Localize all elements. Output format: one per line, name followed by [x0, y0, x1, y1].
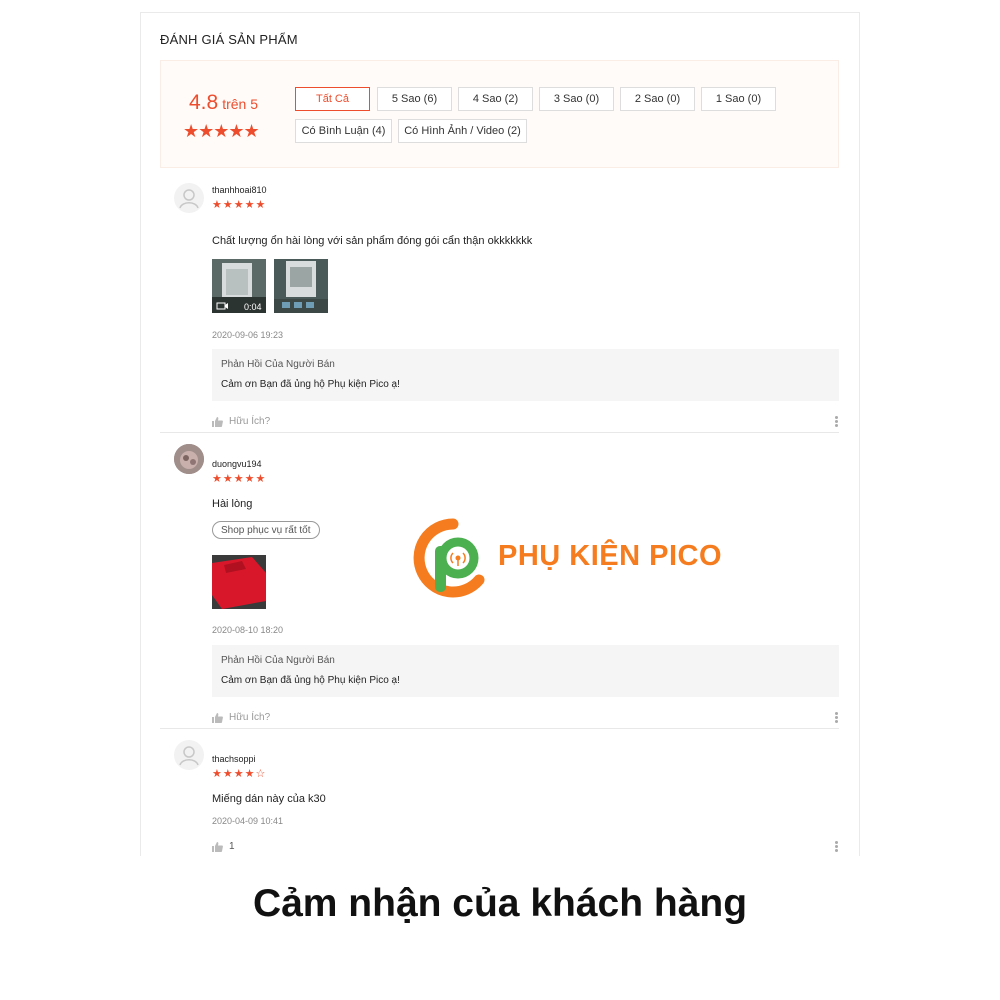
filter-with-media-button[interactable]: Có Hình Ảnh / Video (2)	[398, 119, 527, 143]
review-time: 2020-08-10 18:20	[212, 625, 284, 635]
pico-logo-icon	[413, 518, 485, 598]
seller-reply-body: Cảm ơn Bạn đã ủng hộ Phụ kiện Pico ạ!	[221, 675, 400, 686]
avatar[interactable]	[174, 740, 204, 770]
brand-logo: PHỤ KIỆN PICO	[413, 518, 733, 598]
username[interactable]: thachsoppi	[212, 754, 256, 764]
user-placeholder-icon	[179, 746, 199, 766]
section-title: ĐÁNH GIÁ SẢN PHẨM	[160, 32, 298, 47]
review-comment: Miếng dán này của k30	[212, 793, 326, 805]
filter-3-star-button[interactable]: 3 Sao (0)	[539, 87, 614, 111]
username[interactable]: duongvu194	[212, 459, 262, 469]
review-comment: Hài lòng	[212, 498, 253, 510]
review-stars-icon: ★★★★☆	[212, 768, 267, 780]
filter-all-button[interactable]: Tất Cả	[295, 87, 370, 111]
rating-stars-icon: ★★★★★	[183, 121, 260, 141]
user-placeholder-icon	[179, 189, 199, 209]
thumbs-up-icon	[212, 712, 223, 723]
user-photo-icon	[174, 444, 204, 474]
helpful-label: Hữu Ích?	[229, 416, 271, 427]
filter-with-comment-button[interactable]: Có Bình Luận (4)	[295, 119, 392, 143]
seller-reply: Phản Hồi Của Người Bán Cảm ơn Bạn đã ủng…	[212, 349, 839, 401]
filter-2-star-button[interactable]: 2 Sao (0)	[620, 87, 695, 111]
review-time: 2020-09-06 19:23	[212, 330, 284, 340]
review-time: 2020-04-09 10:41	[212, 816, 284, 826]
helpful-label: Hữu Ích?	[229, 712, 271, 723]
thumbs-up-icon	[212, 841, 223, 852]
helpful-button[interactable]: Hữu Ích?	[212, 712, 270, 723]
avatar[interactable]	[174, 444, 204, 474]
review-item: thanhhoai810 ★★★★★ Chất lượng ổn hài lòn…	[160, 170, 839, 433]
rating-overview: 4.8 trên 5 ★★★★★ Tất Cả 5 Sao (6) 4 Sao (…	[160, 60, 839, 168]
filter-5-star-button[interactable]: 5 Sao (6)	[377, 87, 452, 111]
score-value: 4.8	[189, 91, 219, 114]
review-image-thumbnail[interactable]	[274, 259, 328, 313]
review-video-thumbnail[interactable]: 0:04	[212, 259, 266, 313]
video-duration: 0:04	[244, 302, 262, 312]
product-reviews-panel: ĐÁNH GIÁ SẢN PHẨM 4.8 trên 5 ★★★★★ Tất Cả…	[140, 12, 860, 856]
helpful-count: 1	[229, 841, 235, 852]
review-image-thumbnail[interactable]	[212, 555, 266, 609]
review-comment: Chất lượng ổn hài lòng với sản phẩm đóng…	[212, 235, 533, 247]
review-stars-icon: ★★★★★	[212, 473, 267, 485]
score-suffix: trên 5	[222, 96, 259, 112]
filter-1-star-button[interactable]: 1 Sao (0)	[701, 87, 776, 111]
avatar[interactable]	[174, 183, 204, 213]
brand-logo-text: PHỤ KIỆN PICO	[498, 540, 723, 572]
seller-reply-body: Cảm ơn Bạn đã ủng hộ Phụ kiện Pico ạ!	[221, 379, 400, 390]
more-options-icon[interactable]	[835, 712, 839, 724]
thumbs-up-icon	[212, 416, 223, 427]
seller-reply: Phản Hồi Của Người Bán Cảm ơn Bạn đã ủng…	[212, 645, 839, 697]
review-tag: Shop phục vụ rất tốt	[212, 521, 320, 539]
page-caption: Cảm nhận của khách hàng	[252, 882, 748, 925]
username[interactable]: thanhhoai810	[212, 185, 267, 195]
rating-score: 4.8 trên 5	[189, 91, 258, 115]
review-stars-icon: ★★★★★	[212, 199, 267, 211]
filter-4-star-button[interactable]: 4 Sao (2)	[458, 87, 533, 111]
review-item: thachsoppi ★★★★☆ Miếng dán này của k30 2…	[160, 729, 839, 856]
helpful-button[interactable]: 1	[212, 841, 235, 852]
seller-reply-title: Phản Hồi Của Người Bán	[221, 359, 335, 370]
more-options-icon[interactable]	[835, 416, 839, 428]
helpful-button[interactable]: Hữu Ích?	[212, 416, 270, 427]
seller-reply-title: Phản Hồi Của Người Bán	[221, 655, 335, 666]
more-options-icon[interactable]	[835, 841, 839, 853]
